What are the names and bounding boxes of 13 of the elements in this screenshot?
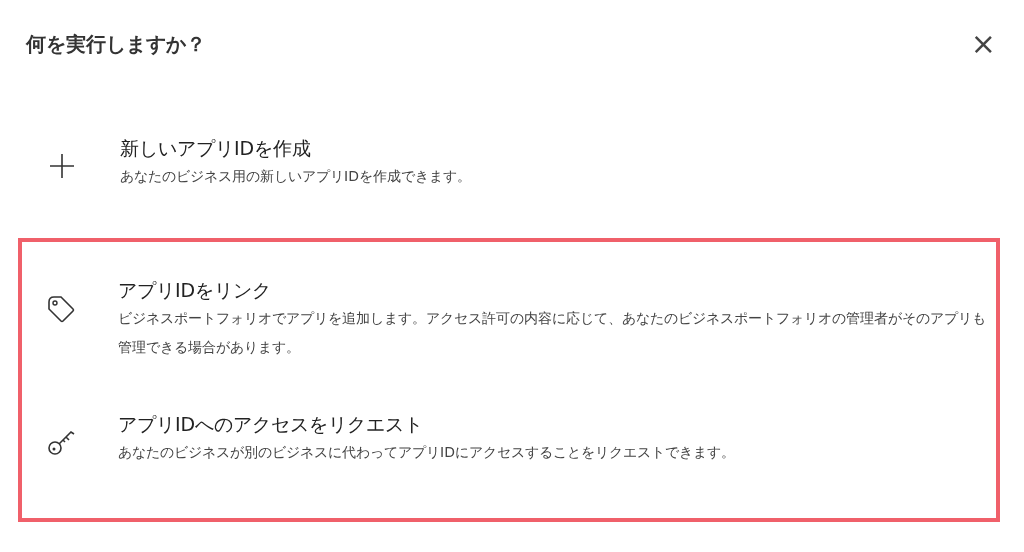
option-title: 新しいアプリIDを作成: [120, 136, 313, 161]
option-description: ビジネスポートフォリオでアプリを追加します。アクセス許可の内容に応じて、あなたのビジネスポートフォリオの管理者がそのアプリも管理できる場合があります。: [118, 309, 986, 357]
option-item[interactable]: 新しいアプリIDを作成 あなたのビジネス用の新しいアプリIDを作成できます。: [18, 134, 1000, 238]
key-icon: [46, 428, 76, 458]
dialog-title: 何を実行しますか？: [26, 30, 206, 58]
option-item[interactable]: アプリIDをリンク ビジネスポートフォリオでアプリを追加します。アクセス許可の内容に応じて、あなたのビジネスポートフォリオの管理者がそのアプリも管理できる場合があります。: [22, 276, 996, 400]
close-button[interactable]: ×: [966, 29, 1000, 59]
option-description: あなたのビジネス用の新しいアプリIDを作成できます。: [120, 167, 472, 186]
option-item[interactable]: アプリIDへのアクセスをリクエスト あなたのビジネスが別のビジネスに代わってアプリIDにアクセスすることをリクエストできます。: [22, 410, 996, 467]
option-title: アプリIDへのアクセスをリクエスト: [118, 412, 425, 437]
option-title: アプリIDをリンク: [118, 278, 273, 303]
tag-icon: [46, 294, 76, 324]
option-description: あなたのビジネスが別のビジネスに代わってアプリIDにアクセスすることをリクエストできます。: [118, 443, 736, 462]
